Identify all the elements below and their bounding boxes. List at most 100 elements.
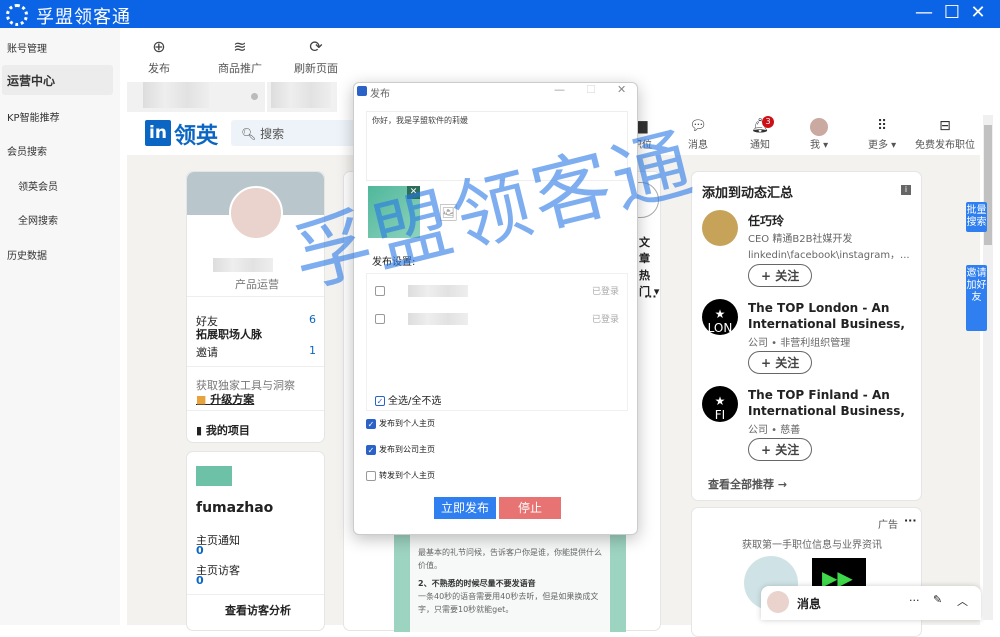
company-logo <box>196 466 232 486</box>
avatar <box>810 118 829 136</box>
account-checkbox[interactable]: ✓ <box>375 314 385 324</box>
account-row[interactable]: ✓ <box>375 284 468 297</box>
select-all-checkbox[interactable]: ✓ 全选/全不选 <box>375 392 441 407</box>
search-input[interactable]: 🔍︎ 搜索 <box>231 120 361 146</box>
publish-tool-button[interactable]: ⊕ 发布 <box>148 38 170 76</box>
batch-search-button[interactable]: 批量搜索 <box>966 202 987 232</box>
my-projects[interactable]: ▮ 我的项目 <box>196 422 250 438</box>
nav-more[interactable]: ⠿ 更多 ▾ <box>868 118 896 151</box>
account-tab[interactable] <box>267 82 337 112</box>
page-notif-count: 0 <box>196 544 204 557</box>
post-text: 最基本的礼节问候，告诉客户你是谁，你能提供什么价值。 <box>418 548 602 570</box>
recommend-sub: CEO 精通B2B社媒开发 <box>748 234 853 245</box>
messaging-bar[interactable]: 消息 ··· ✎ ︿ <box>761 586 981 620</box>
option-repost[interactable]: 转发到个人主页 <box>366 470 435 481</box>
ad-label: 广告 <box>878 520 898 531</box>
app-title: 孚盟领客通 <box>36 7 131 28</box>
maximize-button[interactable]: ☐ <box>940 2 964 23</box>
post-job-icon: ⊟ <box>939 118 951 134</box>
nav-notifications[interactable]: 🔔︎ 通知 3 <box>750 116 774 151</box>
account-tab[interactable] <box>127 82 265 112</box>
close-button[interactable]: ✕ <box>966 2 990 23</box>
sidebar: 账号管理 运营中心 KP智能推荐 会员搜索 领英会员 全网搜索 历史数据 <box>0 28 120 625</box>
recommend-sub: 公司 • 慈善 <box>748 425 801 436</box>
recommend-sub: 公司 • 非营利组织管理 <box>748 338 851 349</box>
messaging-label: 消息 <box>797 597 822 611</box>
see-all-link[interactable]: 查看全部推荐 → <box>708 476 787 492</box>
minimize-button[interactable]: — <box>912 2 936 23</box>
profile-title: 产品运营 <box>235 278 279 291</box>
tab-close-icon[interactable] <box>251 93 258 100</box>
post-content-textarea[interactable]: 你好，我是孚盟软件的莉媛 <box>366 111 628 181</box>
company-name[interactable]: fumazhao <box>196 500 273 516</box>
sidebar-item-operations[interactable]: 运营中心 <box>2 65 113 95</box>
sidebar-item-linkedin-member[interactable]: 领英会员 <box>18 178 58 193</box>
recommend-name[interactable]: 任巧玲 <box>748 212 784 229</box>
sidebar-item-history[interactable]: 历史数据 <box>7 247 47 262</box>
dialog-icon <box>357 86 367 96</box>
nav-messages[interactable]: 💬︎ 消息 <box>688 118 708 151</box>
more-button[interactable]: ··· <box>644 290 657 303</box>
option-personal[interactable]: ✓ 发布到个人主页 <box>366 418 435 429</box>
avatar[interactable] <box>702 210 738 246</box>
profile-name[interactable] <box>213 258 273 272</box>
company-logo-lon[interactable]: ★ LON <box>702 299 738 335</box>
refresh-icon: ⟳ <box>309 37 323 56</box>
profile-avatar[interactable] <box>229 186 283 240</box>
app-logo-icon <box>6 4 28 26</box>
recommend-name[interactable]: The TOP London - An International Busine… <box>748 300 908 332</box>
company-card: fumazhao 主页通知 0 主页访客 0 查看访客分析 <box>186 451 325 631</box>
dialog-minimize-button[interactable]: — <box>554 83 565 96</box>
chat-icon: 💬︎ <box>689 118 707 134</box>
visitor-analytics-link[interactable]: 查看访客分析 <box>225 602 291 618</box>
upgrade-link[interactable]: ■ 升级方案 <box>196 391 254 407</box>
sidebar-item-member-search[interactable]: 会员搜索 <box>7 143 47 158</box>
post-image[interactable]: 最基本的礼节问候，告诉客户你是谁，你能提供什么价值。 2、不熟悉的时候尽量不要发… <box>394 532 626 632</box>
follow-button[interactable]: + 关注 <box>748 351 813 374</box>
account-list: ✓ 已登录 ✓ 已登录 ✓ 全选/全不选 <box>366 273 628 411</box>
sidebar-item-web-search[interactable]: 全网搜索 <box>18 212 58 227</box>
recommend-sub: linkedin\facebook\instagram，... <box>748 250 910 261</box>
info-icon[interactable]: i <box>901 185 911 195</box>
chevron-up-icon[interactable]: ︿ <box>957 593 968 609</box>
attached-image[interactable]: ✕ <box>368 186 420 238</box>
sidebar-item-kp[interactable]: KP智能推荐 <box>7 109 60 124</box>
page-visitors-count: 0 <box>196 574 204 587</box>
add-image-icon[interactable]: 🖼︎ <box>438 203 458 222</box>
dialog-maximize-button[interactable]: ☐ <box>586 83 596 96</box>
recommend-title: 添加到动态汇总 <box>702 186 794 201</box>
linkedin-logo[interactable]: in <box>145 120 171 146</box>
promote-tool-button[interactable]: ≋ 商品推广 <box>218 38 262 76</box>
dialog-close-button[interactable]: ✕ <box>617 83 626 96</box>
follow-button[interactable]: + 关注 <box>748 264 813 287</box>
refresh-tool-button[interactable]: ⟳ 刷新页面 <box>294 38 338 76</box>
publish-now-button[interactable]: 立即发布 <box>434 497 496 519</box>
compose-icon[interactable]: ✎ <box>933 593 942 606</box>
scrollbar[interactable] <box>983 115 993 620</box>
post-heading: 2、不熟悉的时候尽量不要发语音 <box>418 579 536 588</box>
recommend-card: 添加到动态汇总 i 任巧玲 CEO 精通B2B社媒开发 linkedin\fac… <box>691 171 922 501</box>
avatar <box>767 591 789 613</box>
friends-count: 6 <box>309 313 316 326</box>
company-logo-fi[interactable]: ★ FI <box>702 386 738 422</box>
more-icon[interactable]: ··· <box>909 594 920 607</box>
profile-card: 产品运营 好友 拓展职场人脉 6 邀请 1 获取独家工具与洞察 ■ 升级方案 ▮… <box>186 171 325 443</box>
nav-post-job[interactable]: ⊟ 免费发布职位 <box>915 118 975 151</box>
sidebar-item-account[interactable]: 账号管理 <box>7 40 47 55</box>
account-row[interactable]: ✓ <box>375 312 468 325</box>
account-checkbox[interactable]: ✓ <box>375 286 385 296</box>
option-company[interactable]: ✓ 发布到公司主页 <box>366 444 435 455</box>
ad-more-button[interactable]: ··· <box>904 514 917 527</box>
invite-friends-button[interactable]: 邀请加好友 <box>966 265 987 331</box>
recommend-name[interactable]: The TOP Finland - An International Busin… <box>748 387 908 419</box>
follow-button[interactable]: + 关注 <box>748 438 813 461</box>
bookmark-icon: ▮ <box>196 424 206 437</box>
notification-badge: 3 <box>762 116 774 128</box>
write-article-button[interactable]: 文章 <box>639 234 660 266</box>
invite-label[interactable]: 邀请 <box>196 344 218 360</box>
stop-button[interactable]: 停止 <box>499 497 561 519</box>
remove-image-icon[interactable]: ✕ <box>407 186 420 199</box>
nav-me[interactable]: 我 ▾ <box>810 118 828 151</box>
account-status: 已登录 <box>592 287 620 297</box>
title-bar: 孚盟领客通 — ☐ ✕ <box>0 0 1000 28</box>
